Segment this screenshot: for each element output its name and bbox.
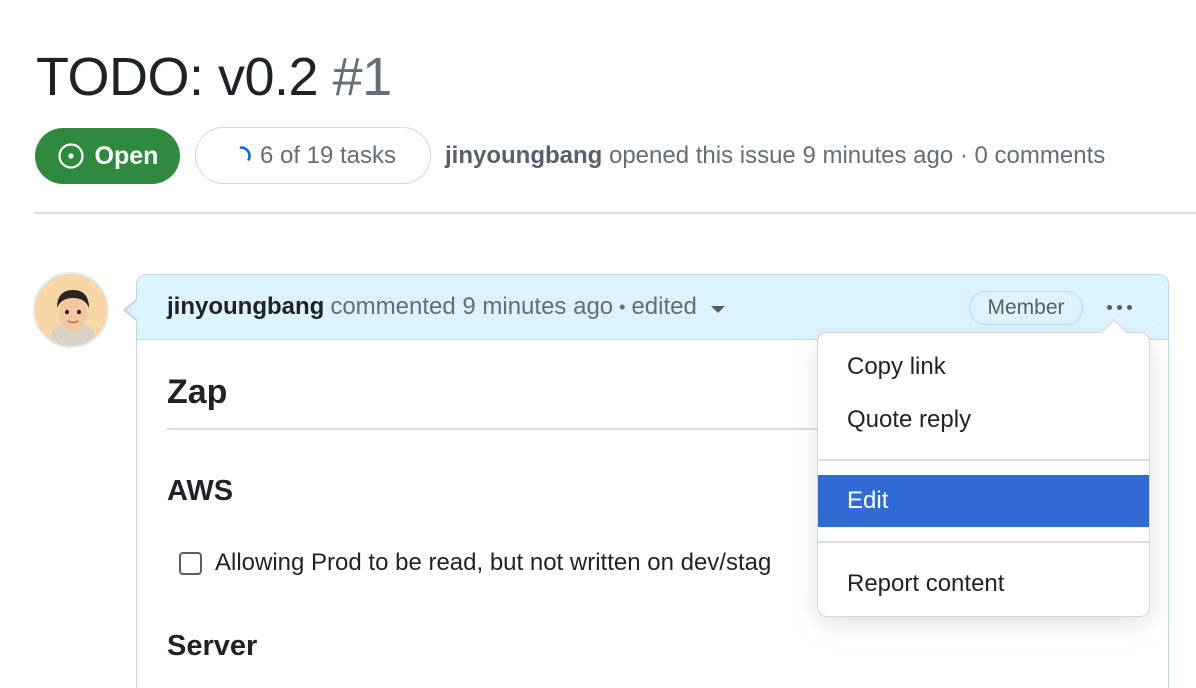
issue-open-icon — [57, 143, 84, 169]
edited-label: edited — [631, 293, 697, 320]
issue-title: TODO: v0.2 #1 — [36, 44, 392, 110]
avatar-face-icon — [35, 274, 107, 346]
task-list-item: Allowing Prod to be read, but not writte… — [179, 549, 771, 577]
progress-ring-icon — [231, 145, 251, 166]
kebab-horizontal-icon[interactable] — [1099, 297, 1139, 317]
issue-author-link[interactable]: jinyoungbang — [445, 142, 602, 169]
menu-divider — [818, 541, 1149, 543]
edited-history-button[interactable]: edited — [631, 291, 725, 323]
comment-arrow-inner — [126, 300, 138, 320]
chevron-down-icon — [710, 305, 725, 313]
issue-meta: jinyoungbang opened this issue 9 minutes… — [445, 140, 1105, 172]
menu-item-quote-reply[interactable]: Quote reply — [818, 394, 1149, 446]
avatar[interactable] — [33, 272, 109, 348]
comment-author-link[interactable]: jinyoungbang — [167, 291, 324, 323]
issue-title-text: TODO: v0.2 — [36, 47, 319, 107]
header-divider — [34, 212, 1196, 214]
tasks-progress-pill[interactable]: 6 of 19 tasks — [195, 127, 431, 184]
issue-state-label: Open — [94, 141, 159, 170]
comment-meta-text: commented 9 minutes ago — [330, 293, 614, 320]
comment-header: jinyoungbang commented 9 minutes ago • e… — [137, 275, 1168, 340]
comment-heading-server: Server — [167, 630, 258, 662]
issue-meta-text: opened this issue 9 minutes ago · 0 comm… — [608, 142, 1106, 169]
comment-meta: jinyoungbang commented 9 minutes ago • e… — [167, 291, 725, 323]
menu-item-report-content[interactable]: Report content — [818, 558, 1149, 610]
issue-state-badge: Open — [35, 128, 180, 184]
comment-actions-menu: Copy link Quote reply Edit Report conten… — [817, 319, 1150, 617]
tasks-progress-label: 6 of 19 tasks — [259, 141, 397, 169]
menu-item-copy-link[interactable]: Copy link — [818, 341, 1149, 393]
comment-meta-separator: • — [619, 297, 626, 317]
issue-number: #1 — [332, 47, 393, 107]
role-badge: Member — [969, 291, 1083, 325]
comment-heading-1: Zap — [167, 373, 228, 411]
task-checkbox[interactable] — [179, 551, 202, 575]
task-text: Allowing Prod to be read, but not writte… — [215, 549, 772, 576]
menu-divider — [818, 459, 1149, 461]
heading-rule — [167, 428, 867, 430]
comment-heading-aws: AWS — [167, 475, 234, 507]
menu-item-edit[interactable]: Edit — [818, 475, 1149, 527]
